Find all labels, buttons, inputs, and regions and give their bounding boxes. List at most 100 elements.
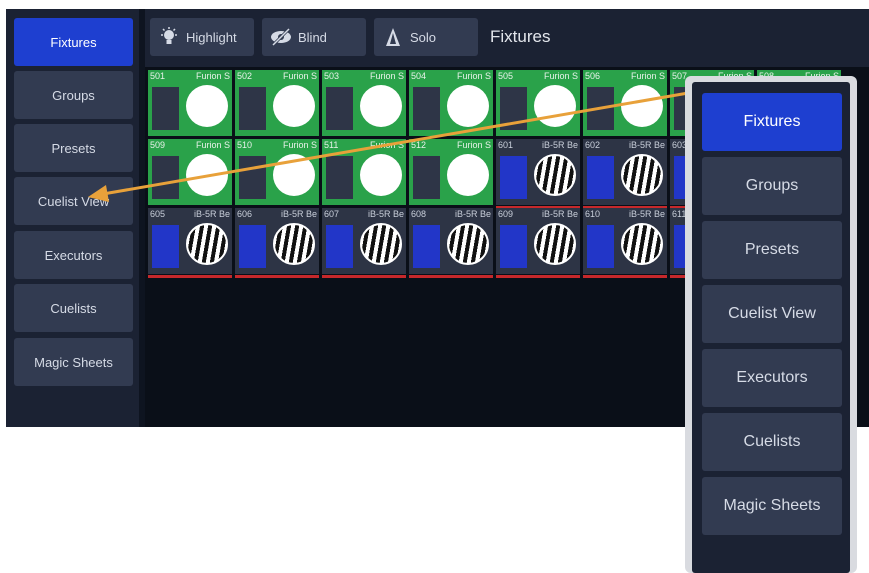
gobo-stripes-icon xyxy=(534,154,576,196)
color-swatch xyxy=(152,156,179,199)
fixture-number: 601 xyxy=(498,140,514,150)
color-swatch xyxy=(326,225,353,268)
fixture-type: iB-5R Be xyxy=(367,209,404,219)
gobo-stripes-icon xyxy=(621,154,663,196)
fixture-header: 502 Furion S xyxy=(237,71,317,84)
zoom-item-executors[interactable]: Executors xyxy=(702,349,842,407)
gobo-stripes-icon xyxy=(273,223,315,265)
gobo-open-icon xyxy=(447,154,489,196)
color-swatch xyxy=(587,87,614,130)
gobo-open-icon xyxy=(360,154,402,196)
fixture-tile[interactable]: 503 Furion S xyxy=(322,70,406,136)
fixture-number: 608 xyxy=(411,209,427,219)
fixture-type: Furion S xyxy=(456,71,491,81)
zoom-item-magic-sheets[interactable]: Magic Sheets xyxy=(702,477,842,535)
fixture-number: 610 xyxy=(585,209,601,219)
color-swatch xyxy=(413,87,440,130)
color-swatch xyxy=(326,87,353,130)
fixture-header: 606 iB-5R Be xyxy=(237,209,317,222)
gobo-stripes-icon xyxy=(186,223,228,265)
sidebar-item-magic-sheets[interactable]: Magic Sheets xyxy=(14,338,133,386)
zoom-item-cuelists[interactable]: Cuelists xyxy=(702,413,842,471)
zoom-item-groups[interactable]: Groups xyxy=(702,157,842,215)
fixture-type: iB-5R Be xyxy=(541,140,578,150)
color-swatch xyxy=(239,87,266,130)
fixture-tile[interactable]: 605 iB-5R Be xyxy=(148,208,232,278)
zoom-item-cuelist-view[interactable]: Cuelist View xyxy=(702,285,842,343)
fixture-header: 512 Furion S xyxy=(411,140,491,153)
fixture-tile[interactable]: 608 iB-5R Be xyxy=(409,208,493,278)
sidebar-item-executors[interactable]: Executors xyxy=(14,231,133,279)
fixture-number: 501 xyxy=(150,71,166,81)
fixture-tile[interactable]: 606 iB-5R Be xyxy=(235,208,319,278)
fixture-number: 504 xyxy=(411,71,427,81)
fixture-tile[interactable]: 510 Furion S xyxy=(235,139,319,205)
color-swatch xyxy=(152,87,179,130)
gobo-open-icon xyxy=(534,85,576,127)
color-swatch xyxy=(500,156,527,199)
fixture-tile[interactable]: 609 iB-5R Be xyxy=(496,208,580,278)
color-swatch xyxy=(239,225,266,268)
color-swatch xyxy=(326,156,353,199)
blind-button[interactable]: Blind xyxy=(262,18,366,56)
fixture-number: 607 xyxy=(324,209,340,219)
zoom-item-fixtures[interactable]: Fixtures xyxy=(702,93,842,151)
fixture-type: iB-5R Be xyxy=(541,209,578,219)
fixture-tile[interactable]: 501 Furion S xyxy=(148,70,232,136)
gobo-open-icon xyxy=(447,85,489,127)
fixture-type: iB-5R Be xyxy=(454,209,491,219)
fixture-type: Furion S xyxy=(543,71,578,81)
color-swatch xyxy=(587,225,614,268)
fixture-number: 609 xyxy=(498,209,514,219)
fixture-type: Furion S xyxy=(369,71,404,81)
toolbar: Highlight Blind Solo Fixtures xyxy=(145,9,869,67)
fixture-tile[interactable]: 512 Furion S xyxy=(409,139,493,205)
solo-button[interactable]: Solo xyxy=(374,18,478,56)
sidebar-item-cuelist-view[interactable]: Cuelist View xyxy=(14,177,133,225)
fixture-header: 504 Furion S xyxy=(411,71,491,84)
fixture-tile[interactable]: 502 Furion S xyxy=(235,70,319,136)
fixture-header: 602 iB-5R Be xyxy=(585,140,665,153)
fixture-type: Furion S xyxy=(282,71,317,81)
fixture-type: Furion S xyxy=(195,140,230,150)
fixture-tile[interactable]: 511 Furion S xyxy=(322,139,406,205)
highlight-button[interactable]: Highlight xyxy=(150,18,254,56)
fixture-tile[interactable]: 607 iB-5R Be xyxy=(322,208,406,278)
fixture-tile[interactable]: 610 iB-5R Be xyxy=(583,208,667,278)
blind-label: Blind xyxy=(298,29,327,45)
intensity-bar xyxy=(409,275,493,278)
fixture-number: 512 xyxy=(411,140,427,150)
color-swatch xyxy=(500,225,527,268)
eye-slash-icon xyxy=(270,26,292,48)
fixture-tile[interactable]: 506 Furion S xyxy=(583,70,667,136)
gobo-open-icon xyxy=(186,154,228,196)
fixture-number: 606 xyxy=(237,209,253,219)
fixture-type: Furion S xyxy=(282,140,317,150)
fixture-number: 509 xyxy=(150,140,166,150)
fixture-header: 511 Furion S xyxy=(324,140,404,153)
fixture-tile[interactable]: 509 Furion S xyxy=(148,139,232,205)
fixture-tile[interactable]: 601 iB-5R Be xyxy=(496,139,580,209)
color-swatch xyxy=(500,87,527,130)
fixture-header: 608 iB-5R Be xyxy=(411,209,491,222)
fixture-header: 605 iB-5R Be xyxy=(150,209,230,222)
intensity-bar xyxy=(322,275,406,278)
highlight-label: Highlight xyxy=(186,29,237,45)
color-swatch xyxy=(587,156,614,199)
fixture-type: iB-5R Be xyxy=(280,209,317,219)
intensity-bar xyxy=(583,275,667,278)
fixture-tile[interactable]: 505 Furion S xyxy=(496,70,580,136)
sidebar-item-presets[interactable]: Presets xyxy=(14,124,133,172)
zoom-item-presets[interactable]: Presets xyxy=(702,221,842,279)
fixture-number: 510 xyxy=(237,140,253,150)
sidebar-item-fixtures[interactable]: Fixtures xyxy=(14,18,133,66)
fixture-tile[interactable]: 504 Furion S xyxy=(409,70,493,136)
sidebar-item-cuelists[interactable]: Cuelists xyxy=(14,284,133,332)
fixture-type: Furion S xyxy=(369,140,404,150)
fixture-tile[interactable]: 602 iB-5R Be xyxy=(583,139,667,209)
sidebar-item-groups[interactable]: Groups xyxy=(14,71,133,119)
gobo-stripes-icon xyxy=(447,223,489,265)
color-swatch xyxy=(152,225,179,268)
gobo-stripes-icon xyxy=(360,223,402,265)
fixture-number: 605 xyxy=(150,209,166,219)
